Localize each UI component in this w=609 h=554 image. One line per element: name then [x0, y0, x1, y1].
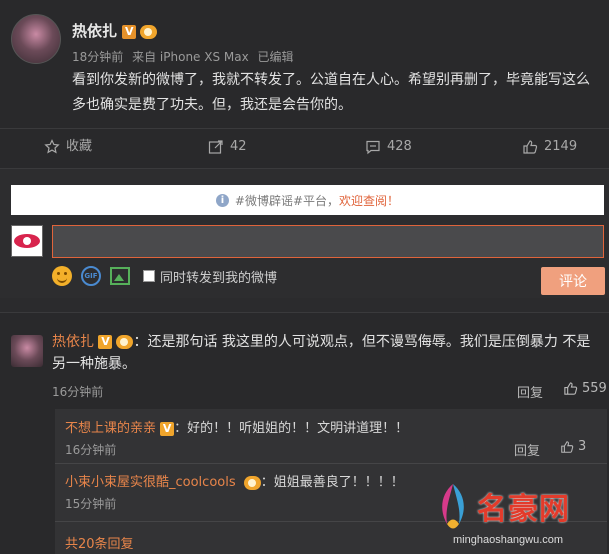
notice-link[interactable]: 欢迎查阅！: [339, 192, 399, 209]
thumbs-up-icon: [523, 140, 538, 154]
commenter-avatar[interactable]: [11, 335, 43, 367]
author-avatar[interactable]: [11, 14, 61, 64]
emoji-icon[interactable]: [52, 266, 72, 286]
reply-text: ：好的！！听姐姐的！！文明讲道理！！: [174, 421, 409, 436]
rumor-notice[interactable]: i #微博辟谣#平台， 欢迎查阅！: [11, 185, 604, 215]
member-badge-icon: [140, 24, 158, 39]
divider: [55, 463, 607, 464]
like-button[interactable]: 2149: [522, 129, 577, 165]
reply-text: ：姐姐最善良了！！！！: [260, 475, 404, 490]
post-edited[interactable]: 已编辑: [258, 50, 294, 64]
reply-author[interactable]: 不想上课的亲亲: [65, 421, 156, 436]
comment-body: 热依扎 V ：还是那句话 我这里的人可说观点，但不谩骂侮辱。我们是压倒暴力 不是另…: [52, 331, 604, 375]
reply-like-button[interactable]: 3: [560, 439, 586, 454]
submit-comment-button[interactable]: 评论: [541, 267, 605, 295]
star-icon: [44, 139, 60, 154]
gif-icon[interactable]: GIF: [81, 266, 101, 286]
reply-like-count: 3: [578, 439, 587, 454]
comment-count: 428: [387, 139, 412, 154]
reply-item: 小束小束屋实很酷_coolcools ：姐姐最善良了！！！！: [65, 471, 404, 490]
thumbs-up-icon: [564, 382, 578, 395]
post-source: 来自 iPhone XS Max: [132, 50, 249, 64]
reply-item: 不想上课的亲亲 V ：好的！！听姐姐的！！文明讲道理！！: [65, 417, 408, 436]
post-text: 看到你发新的微博了，我就不转发了。公道自在人心。希望别再删了，毕竟能写这么多也确…: [72, 72, 590, 113]
watermark-url: minghaoshangwu.com: [453, 534, 564, 546]
favorite-button[interactable]: 收藏: [44, 129, 92, 165]
post-meta: 18分钟前 来自 iPhone XS Max 已编辑: [72, 48, 299, 65]
reply-author[interactable]: 小束小束屋实很酷_coolcools: [65, 475, 236, 490]
my-avatar: [11, 225, 43, 257]
member-badge-icon: [116, 335, 134, 349]
also-repost-label: 同时转发到我的微博: [160, 270, 278, 286]
like-count: 2149: [544, 139, 578, 154]
comment-button[interactable]: 428: [365, 129, 412, 165]
post-time[interactable]: 18分钟前: [72, 50, 123, 64]
eye-logo-icon: [14, 234, 40, 248]
composer-tools: GIF 同时转发到我的微博: [52, 265, 277, 287]
member-badge-icon: [243, 475, 261, 490]
reply-reply-button[interactable]: 回复: [514, 440, 540, 459]
image-icon[interactable]: [110, 267, 130, 285]
comment-composer: i #微博辟谣#平台， 欢迎查阅！ GIF 同时转发到我的微博 评论: [0, 168, 609, 298]
comment-reply-button[interactable]: 回复: [517, 382, 543, 401]
thumbs-up-icon: [561, 440, 574, 453]
comment-like-button[interactable]: 559: [563, 381, 607, 396]
repost-icon: [208, 140, 223, 154]
reply-time: 16分钟前: [65, 443, 117, 457]
notice-prefix: #微博辟谣#平台，: [234, 193, 340, 208]
reply-time: 15分钟前: [65, 497, 117, 511]
verified-badge-icon: V: [122, 24, 137, 39]
post-actions: 收藏 42 428 2149: [0, 128, 609, 164]
post-author[interactable]: 热依扎 V: [72, 20, 158, 41]
weibo-post: 热依扎 V 18分钟前 来自 iPhone XS Max 已编辑 看到你发新的微…: [0, 0, 609, 168]
watermark-title: 名豪网: [477, 492, 570, 527]
comment-like-count: 559: [582, 381, 607, 396]
comment-input[interactable]: [52, 225, 604, 258]
comment-time: 16分钟前: [52, 385, 104, 399]
repost-button[interactable]: 42: [208, 129, 247, 165]
favorite-label: 收藏: [66, 139, 93, 154]
comment-author[interactable]: 热依扎: [52, 334, 94, 350]
post-author-name[interactable]: 热依扎: [72, 22, 117, 40]
comment-icon: [366, 140, 380, 155]
repost-count: 42: [230, 139, 247, 154]
info-icon: i: [215, 193, 229, 207]
verified-badge-icon: V: [98, 335, 113, 349]
watermark-logo-icon: [442, 484, 464, 529]
verified-badge-icon: V: [160, 421, 175, 436]
more-replies-link[interactable]: 共20条回复: [65, 533, 134, 552]
also-repost-checkbox[interactable]: [143, 270, 155, 282]
site-watermark: 名豪网 minghaoshangwu.com: [433, 478, 609, 554]
